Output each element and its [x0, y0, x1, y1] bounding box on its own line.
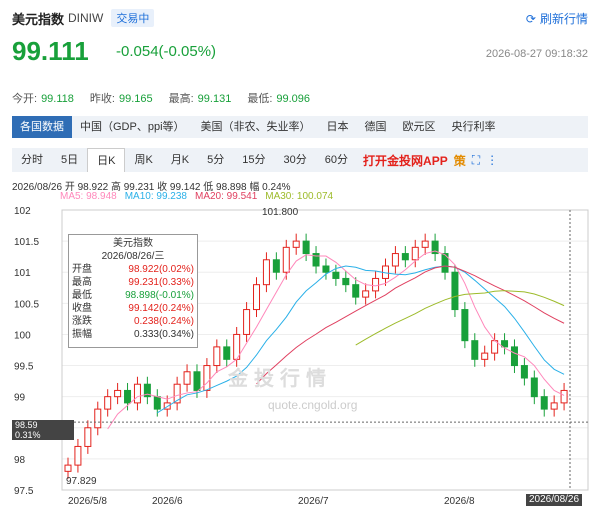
candle: [104, 396, 112, 410]
candle: [411, 246, 419, 261]
y-tick: 100: [14, 330, 31, 341]
tooltip-row: 开盘 98.922(0.02%): [72, 264, 194, 275]
tooltip-date: 2026/08/26/三: [101, 251, 165, 262]
candle: [391, 253, 399, 267]
candle: [421, 240, 429, 248]
candle: [203, 365, 211, 391]
low-label: 97.829: [66, 476, 97, 487]
high-label: 101.800: [262, 207, 299, 218]
cursor-pct: 0.31%: [15, 430, 41, 440]
candle: [342, 277, 350, 286]
cursor-price: 98.59: [15, 420, 38, 430]
candle: [451, 271, 459, 311]
candle: [481, 352, 489, 360]
tooltip-row: 最低 98.898(-0.01%): [72, 290, 194, 301]
y-tick: 100.5: [14, 299, 39, 310]
cursor-date: 2026/08/26: [526, 494, 583, 506]
y-tick: 97.5: [14, 486, 34, 497]
candle: [253, 284, 261, 311]
y-tick: 101: [14, 268, 31, 279]
tooltip-row: 最高 99.231(0.33%): [72, 277, 194, 288]
candle: [362, 290, 370, 298]
candle: [530, 377, 538, 398]
candle: [94, 408, 102, 429]
candle: [461, 309, 469, 342]
tooltip-title: 美元指数: [113, 238, 153, 249]
x-tick: 2026/8: [444, 496, 475, 506]
candle: [292, 240, 300, 248]
candle: [322, 265, 330, 273]
candle: [520, 365, 528, 379]
y-tick: 102: [14, 206, 31, 217]
tooltip-row: 收盘 99.142(0.24%): [72, 303, 194, 314]
candle: [372, 277, 380, 292]
cursor-label: 98.59 0.31%: [12, 420, 74, 440]
x-tick: 2026/7: [298, 496, 329, 506]
tooltip: 美元指数 2026/08/26/三开盘 98.922(0.02%) 最高 99.231(…: [68, 234, 198, 348]
tooltip-row: 涨跌 0.238(0.24%): [72, 316, 194, 327]
y-tick: 99.5: [14, 362, 34, 373]
candle: [74, 445, 82, 466]
y-tick: 99: [14, 393, 26, 404]
candle: [401, 253, 409, 261]
candle: [262, 259, 270, 286]
ma10-line: [157, 265, 565, 414]
candle: [550, 402, 558, 410]
candle: [540, 396, 548, 410]
candle: [272, 259, 280, 273]
ma30-line: [355, 290, 565, 346]
candle: [124, 389, 132, 404]
candle: [84, 427, 92, 447]
candle: [114, 389, 122, 398]
candle: [302, 240, 310, 255]
candle: [471, 340, 479, 360]
candle: [560, 389, 568, 404]
tooltip-row: 振幅 0.333(0.34%): [72, 329, 194, 340]
watermark-url: quote.cngold.org: [268, 398, 358, 412]
x-tick: 2026/6: [152, 496, 183, 506]
candle: [332, 271, 340, 279]
candle: [133, 383, 141, 404]
y-tick: 101.5: [14, 237, 39, 248]
watermark: 金投行情: [228, 368, 332, 390]
candle: [510, 346, 518, 367]
candle: [153, 396, 161, 410]
candle: [183, 371, 191, 385]
candle: [213, 346, 221, 367]
candle: [223, 346, 231, 360]
candle: [282, 246, 290, 273]
candle: [64, 464, 72, 472]
candle: [243, 309, 251, 335]
candle: [352, 284, 360, 298]
candle: [193, 371, 201, 391]
x-tick: 2026/5/8: [68, 496, 107, 506]
y-tick: 98: [14, 455, 26, 466]
